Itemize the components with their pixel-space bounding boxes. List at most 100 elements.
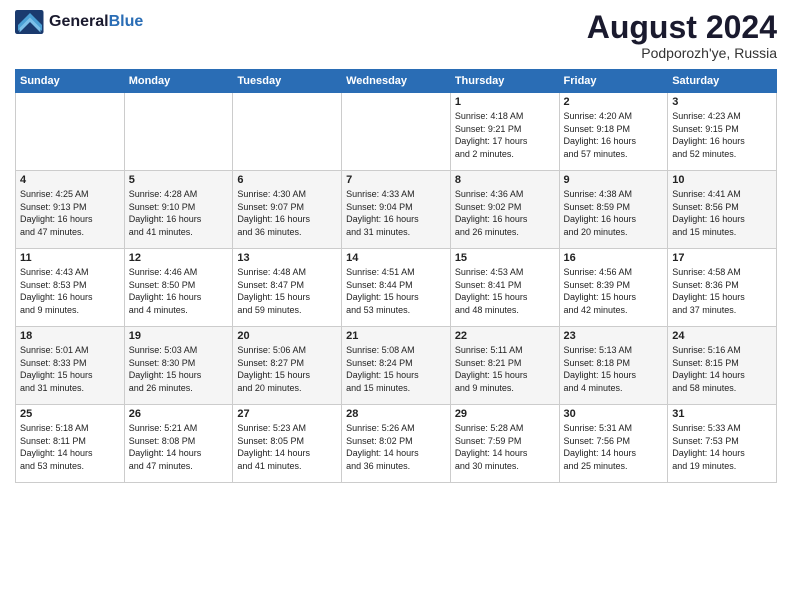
day-number: 28	[346, 408, 446, 420]
day-of-week-header: Sunday	[16, 70, 125, 93]
day-number: 3	[672, 96, 772, 108]
day-info: Sunrise: 5:13 AM Sunset: 8:18 PM Dayligh…	[564, 344, 664, 394]
day-number: 25	[20, 408, 120, 420]
day-info: Sunrise: 4:43 AM Sunset: 8:53 PM Dayligh…	[20, 266, 120, 316]
calendar-day-cell: 12 Sunrise: 4:46 AM Sunset: 8:50 PM Dayli…	[124, 249, 233, 327]
calendar-week-row: 18Sunrise: 5:01 AM Sunset: 8:33 PM Dayli…	[16, 327, 777, 405]
day-info: Sunrise: 5:03 AM Sunset: 8:30 PM Dayligh…	[129, 344, 229, 394]
day-info: Sunrise: 4:28 AM Sunset: 9:10 PM Dayligh…	[129, 188, 229, 238]
day-number: 26	[129, 408, 229, 420]
day-info: Sunrise: 4:53 AM Sunset: 8:41 PM Dayligh…	[455, 266, 555, 316]
calendar-day-cell: 19 Sunrise: 5:03 AM Sunset: 8:30 PM Dayli…	[124, 327, 233, 405]
day-number: 8	[455, 174, 555, 186]
calendar-week-row: 11 Sunrise: 4:43 AM Sunset: 8:53 PM Dayli…	[16, 249, 777, 327]
calendar-day-cell: 29Sunrise: 5:28 AM Sunset: 7:59 PM Dayli…	[450, 405, 559, 483]
calendar-day-cell: 20Sunrise: 5:06 AM Sunset: 8:27 PM Dayli…	[233, 327, 342, 405]
calendar-day-cell: 10 Sunrise: 4:41 AM Sunset: 8:56 PM Dayli…	[668, 171, 777, 249]
calendar-day-cell: 6 Sunrise: 4:30 AM Sunset: 9:07 PM Daylig…	[233, 171, 342, 249]
day-number: 6	[237, 174, 337, 186]
calendar-day-cell: 16 Sunrise: 4:56 AM Sunset: 8:39 PM Dayli…	[559, 249, 668, 327]
calendar-day-cell: 15 Sunrise: 4:53 AM Sunset: 8:41 PM Dayli…	[450, 249, 559, 327]
calendar-day-cell: 8 Sunrise: 4:36 AM Sunset: 9:02 PM Daylig…	[450, 171, 559, 249]
calendar-day-cell: 28 Sunrise: 5:26 AM Sunset: 8:02 PM Dayli…	[342, 405, 451, 483]
calendar-day-cell: 31Sunrise: 5:33 AM Sunset: 7:53 PM Dayli…	[668, 405, 777, 483]
day-info: Sunrise: 4:51 AM Sunset: 8:44 PM Dayligh…	[346, 266, 446, 316]
day-number: 12	[129, 252, 229, 264]
day-info: Sunrise: 5:18 AM Sunset: 8:11 PM Dayligh…	[20, 422, 120, 472]
day-info: Sunrise: 4:25 AM Sunset: 9:13 PM Dayligh…	[20, 188, 120, 238]
day-number: 7	[346, 174, 446, 186]
day-info: Sunrise: 5:28 AM Sunset: 7:59 PM Dayligh…	[455, 422, 555, 472]
day-number: 4	[20, 174, 120, 186]
day-info: Sunrise: 5:06 AM Sunset: 8:27 PM Dayligh…	[237, 344, 337, 394]
month-year-title: August 2024	[587, 10, 777, 45]
day-number: 22	[455, 330, 555, 342]
calendar-day-cell	[16, 93, 125, 171]
day-info: Sunrise: 4:36 AM Sunset: 9:02 PM Dayligh…	[455, 188, 555, 238]
calendar-day-cell	[233, 93, 342, 171]
calendar-day-cell: 17Sunrise: 4:58 AM Sunset: 8:36 PM Dayli…	[668, 249, 777, 327]
day-of-week-header: Saturday	[668, 70, 777, 93]
day-info: Sunrise: 4:20 AM Sunset: 9:18 PM Dayligh…	[564, 110, 664, 160]
day-info: Sunrise: 4:18 AM Sunset: 9:21 PM Dayligh…	[455, 110, 555, 160]
calendar-day-cell: 13 Sunrise: 4:48 AM Sunset: 8:47 PM Dayli…	[233, 249, 342, 327]
day-info: Sunrise: 4:41 AM Sunset: 8:56 PM Dayligh…	[672, 188, 772, 238]
page: GeneralBlue August 2024 Podporozh'ye, Ru…	[0, 0, 792, 612]
day-info: Sunrise: 4:38 AM Sunset: 8:59 PM Dayligh…	[564, 188, 664, 238]
day-info: Sunrise: 4:33 AM Sunset: 9:04 PM Dayligh…	[346, 188, 446, 238]
day-number: 13	[237, 252, 337, 264]
day-number: 11	[20, 252, 120, 264]
day-number: 5	[129, 174, 229, 186]
calendar-day-cell: 21 Sunrise: 5:08 AM Sunset: 8:24 PM Dayli…	[342, 327, 451, 405]
calendar-day-cell: 27 Sunrise: 5:23 AM Sunset: 8:05 PM Dayli…	[233, 405, 342, 483]
calendar-week-row: 25 Sunrise: 5:18 AM Sunset: 8:11 PM Dayli…	[16, 405, 777, 483]
day-of-week-header: Friday	[559, 70, 668, 93]
day-number: 16	[564, 252, 664, 264]
day-number: 31	[672, 408, 772, 420]
calendar-day-cell	[342, 93, 451, 171]
day-number: 24	[672, 330, 772, 342]
calendar-day-cell: 30Sunrise: 5:31 AM Sunset: 7:56 PM Dayli…	[559, 405, 668, 483]
day-number: 10	[672, 174, 772, 186]
day-of-week-header: Tuesday	[233, 70, 342, 93]
calendar-day-cell: 1 Sunrise: 4:18 AM Sunset: 9:21 PM Daylig…	[450, 93, 559, 171]
day-info: Sunrise: 5:26 AM Sunset: 8:02 PM Dayligh…	[346, 422, 446, 472]
day-info: Sunrise: 5:08 AM Sunset: 8:24 PM Dayligh…	[346, 344, 446, 394]
day-number: 27	[237, 408, 337, 420]
day-info: Sunrise: 4:30 AM Sunset: 9:07 PM Dayligh…	[237, 188, 337, 238]
location-subtitle: Podporozh'ye, Russia	[587, 45, 777, 61]
day-info: Sunrise: 5:23 AM Sunset: 8:05 PM Dayligh…	[237, 422, 337, 472]
calendar-day-cell: 23Sunrise: 5:13 AM Sunset: 8:18 PM Dayli…	[559, 327, 668, 405]
day-number: 14	[346, 252, 446, 264]
day-number: 21	[346, 330, 446, 342]
calendar-day-cell	[124, 93, 233, 171]
calendar-table: SundayMondayTuesdayWednesdayThursdayFrid…	[15, 69, 777, 483]
day-number: 19	[129, 330, 229, 342]
calendar-day-cell: 3 Sunrise: 4:23 AM Sunset: 9:15 PM Daylig…	[668, 93, 777, 171]
day-info: Sunrise: 4:46 AM Sunset: 8:50 PM Dayligh…	[129, 266, 229, 316]
logo: GeneralBlue	[15, 10, 143, 34]
day-info: Sunrise: 4:48 AM Sunset: 8:47 PM Dayligh…	[237, 266, 337, 316]
calendar-week-row: 1 Sunrise: 4:18 AM Sunset: 9:21 PM Daylig…	[16, 93, 777, 171]
day-of-week-header: Wednesday	[342, 70, 451, 93]
day-info: Sunrise: 5:16 AM Sunset: 8:15 PM Dayligh…	[672, 344, 772, 394]
logo-icon	[15, 10, 45, 34]
day-number: 1	[455, 96, 555, 108]
day-info: Sunrise: 4:23 AM Sunset: 9:15 PM Dayligh…	[672, 110, 772, 160]
day-number: 15	[455, 252, 555, 264]
header: GeneralBlue August 2024 Podporozh'ye, Ru…	[15, 10, 777, 61]
day-of-week-header: Monday	[124, 70, 233, 93]
day-number: 30	[564, 408, 664, 420]
calendar-day-cell: 7 Sunrise: 4:33 AM Sunset: 9:04 PM Daylig…	[342, 171, 451, 249]
calendar-day-cell: 11 Sunrise: 4:43 AM Sunset: 8:53 PM Dayli…	[16, 249, 125, 327]
calendar-day-cell: 24 Sunrise: 5:16 AM Sunset: 8:15 PM Dayli…	[668, 327, 777, 405]
day-info: Sunrise: 4:56 AM Sunset: 8:39 PM Dayligh…	[564, 266, 664, 316]
calendar-day-cell: 5 Sunrise: 4:28 AM Sunset: 9:10 PM Daylig…	[124, 171, 233, 249]
day-of-week-header: Thursday	[450, 70, 559, 93]
day-info: Sunrise: 4:58 AM Sunset: 8:36 PM Dayligh…	[672, 266, 772, 316]
calendar-day-cell: 14 Sunrise: 4:51 AM Sunset: 8:44 PM Dayli…	[342, 249, 451, 327]
day-info: Sunrise: 5:11 AM Sunset: 8:21 PM Dayligh…	[455, 344, 555, 394]
title-block: August 2024 Podporozh'ye, Russia	[587, 10, 777, 61]
calendar-header-row: SundayMondayTuesdayWednesdayThursdayFrid…	[16, 70, 777, 93]
logo-text: GeneralBlue	[49, 13, 143, 31]
